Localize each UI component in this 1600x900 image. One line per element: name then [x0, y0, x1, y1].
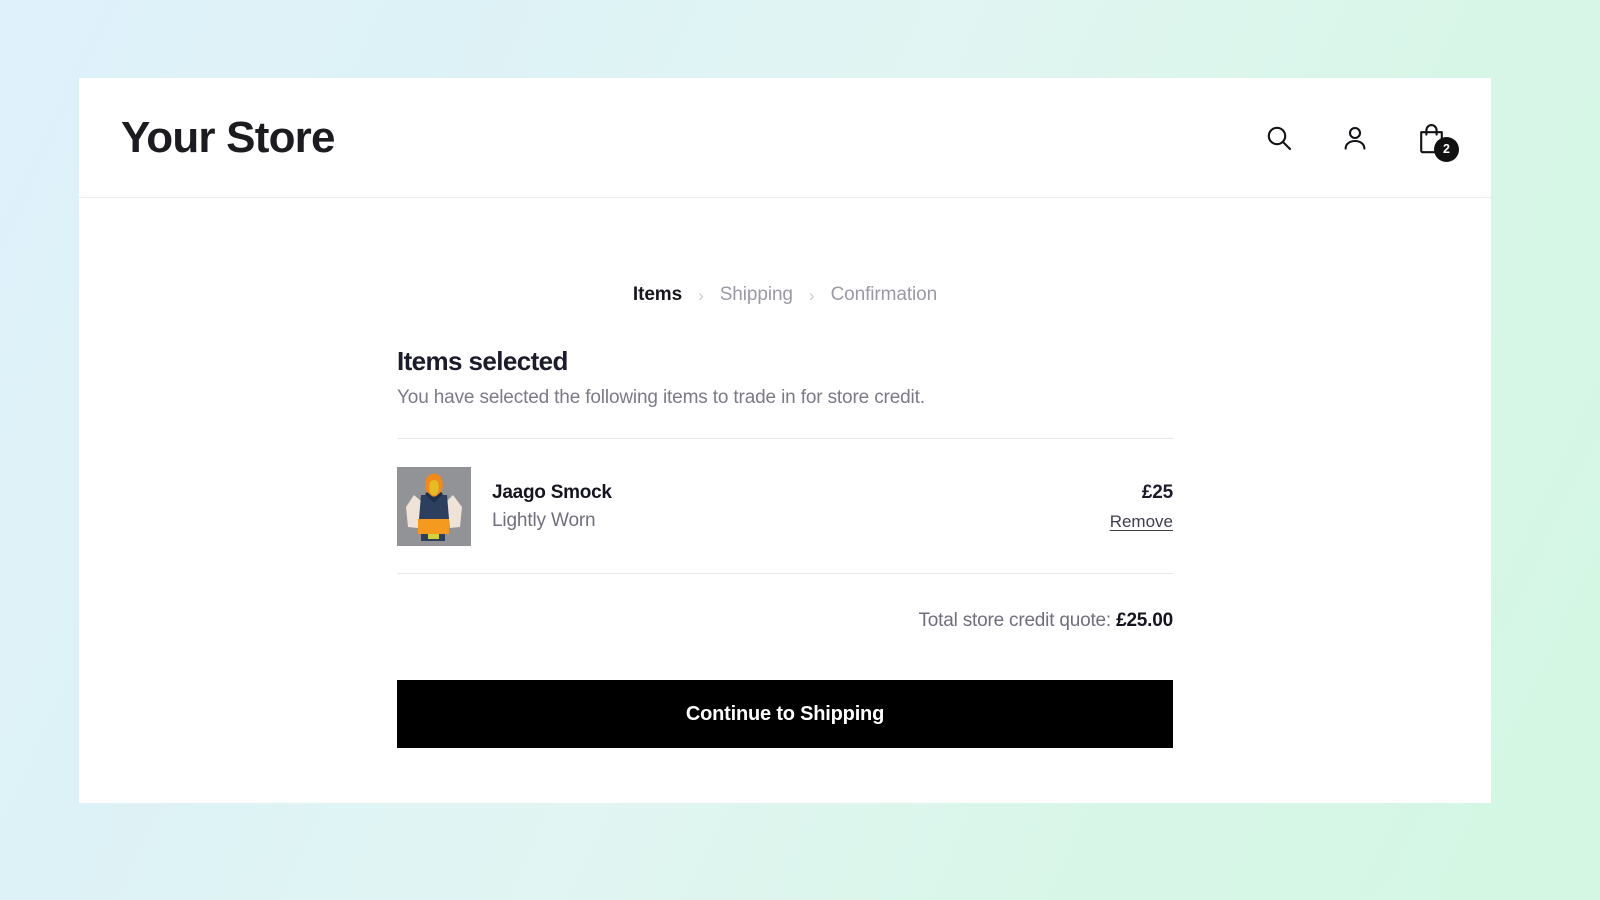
checkout-body: Items › Shipping › Confirmation Items se…	[79, 198, 1491, 803]
step-confirmation[interactable]: Confirmation	[831, 284, 938, 306]
item-details: Jaago Smock Lightly Worn	[492, 482, 1110, 532]
item-condition: Lightly Worn	[492, 509, 596, 531]
page-subtitle: You have selected the following items to…	[397, 387, 925, 408]
step-shipping[interactable]: Shipping	[720, 284, 793, 306]
site-header: Your Store 2	[79, 78, 1491, 198]
checkout-card: Your Store 2 Items › Shipping › Confirma…	[79, 78, 1491, 803]
header-actions: 2	[1262, 121, 1459, 162]
step-items[interactable]: Items	[633, 284, 682, 306]
item-thumbnail[interactable]	[397, 467, 471, 546]
page-title: Items selected	[397, 346, 568, 376]
table-row: Jaago Smock Lightly Worn £25 Remove	[397, 439, 1173, 573]
search-icon	[1264, 123, 1294, 153]
cart-button[interactable]: 2	[1414, 121, 1459, 162]
item-actions: £25 Remove	[1110, 481, 1174, 532]
chevron-right-icon: ›	[698, 285, 704, 305]
hoodie-illustration	[397, 467, 471, 546]
total-credit-label: Total store credit quote:	[918, 610, 1111, 631]
account-button[interactable]	[1338, 121, 1372, 155]
user-icon	[1340, 123, 1370, 153]
item-price: £25	[1141, 481, 1173, 503]
total-credit-amount: £25.00	[1116, 610, 1173, 631]
item-name: Jaago Smock	[492, 481, 612, 503]
continue-to-shipping-button[interactable]: Continue to Shipping	[397, 680, 1173, 748]
search-button[interactable]	[1262, 121, 1296, 155]
store-logo[interactable]: Your Store	[121, 115, 335, 160]
checkout-breadcrumb: Items › Shipping › Confirmation	[397, 284, 1173, 306]
cart-count-badge: 2	[1434, 136, 1459, 162]
remove-item-link[interactable]: Remove	[1110, 512, 1173, 532]
total-credit-row: Total store credit quote: £25.00	[397, 610, 1173, 632]
chevron-right-icon: ›	[808, 285, 815, 305]
page-root: Your Store 2 Items › Shipping › Confirma…	[0, 0, 1600, 900]
divider-bottom	[397, 573, 1173, 574]
checkout-panel: Items › Shipping › Confirmation Items se…	[397, 284, 1173, 748]
